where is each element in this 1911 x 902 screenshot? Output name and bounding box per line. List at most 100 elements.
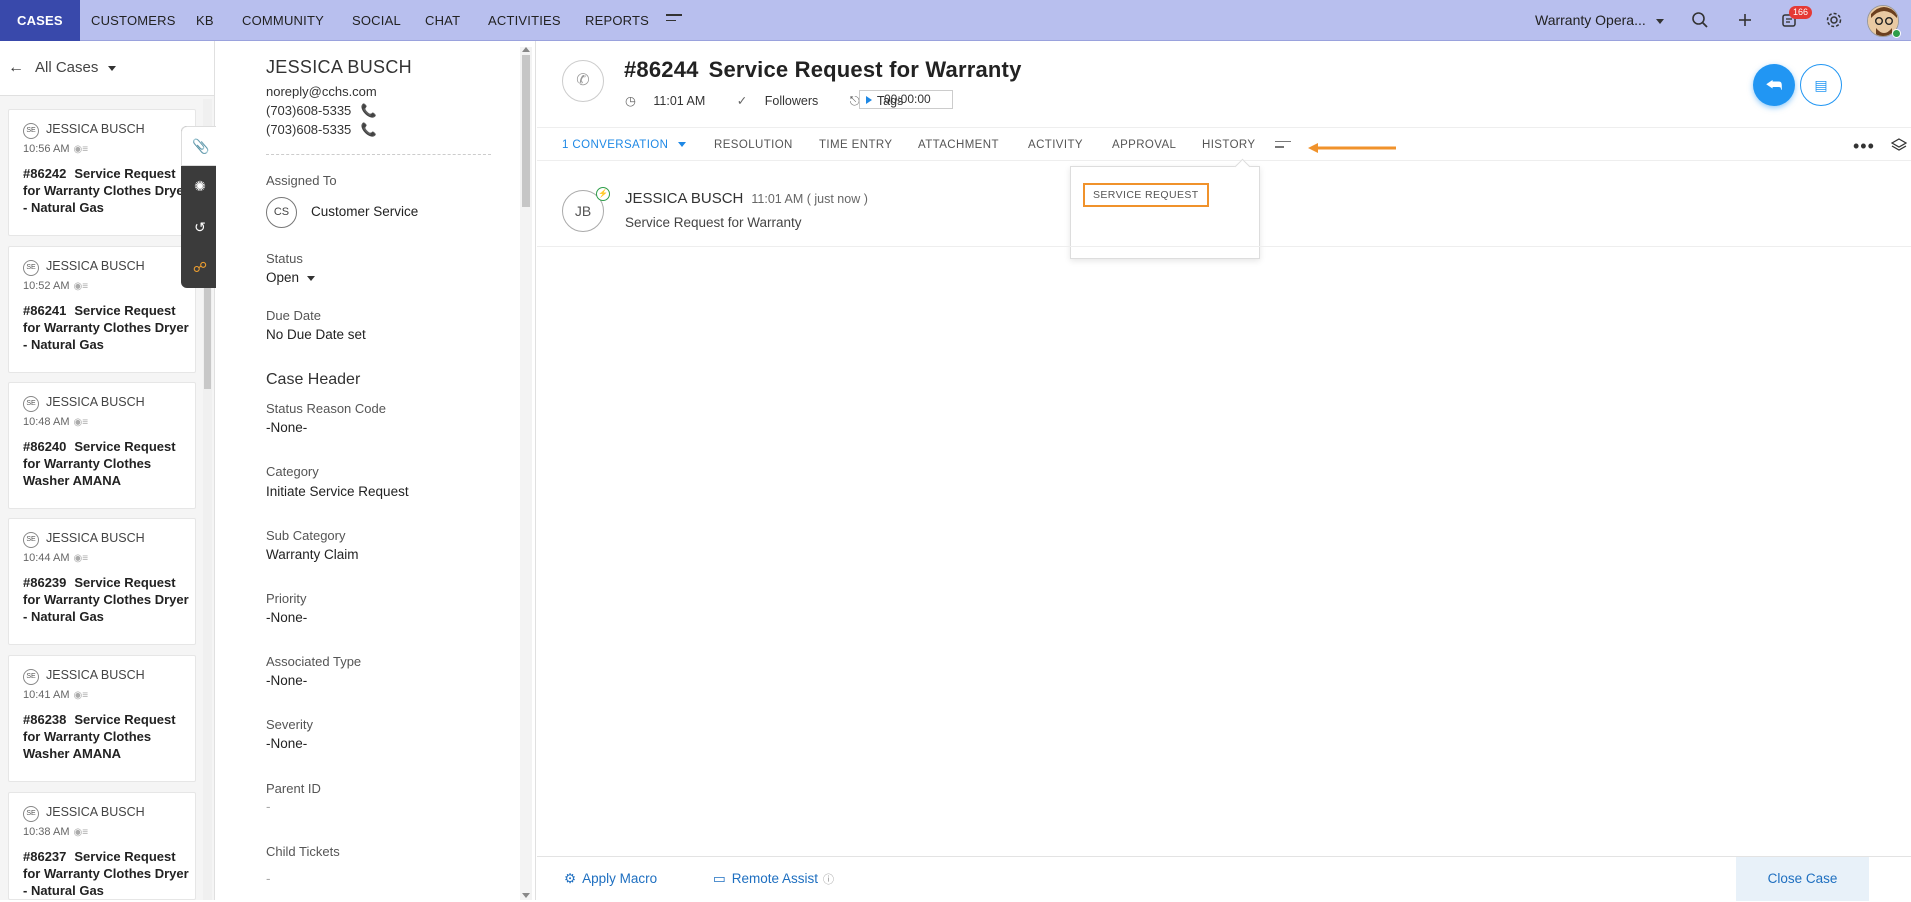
child-tickets-value[interactable]: - (266, 871, 271, 886)
contact-name[interactable]: JESSICA BUSCH (266, 57, 412, 78)
contact-name: JESSICA BUSCH (46, 259, 145, 273)
eye-icon: ◉≡ (73, 690, 89, 701)
case-card[interactable]: SE JESSICA BUSCH 10:48 AM ◉≡ #86240 Servic… (8, 382, 196, 509)
parent-id-value[interactable]: - (266, 799, 271, 814)
plus-icon[interactable] (1735, 10, 1755, 30)
view-selector[interactable]: All Cases (35, 59, 117, 76)
thread-author: JESSICA BUSCH (625, 190, 744, 207)
due-date-value[interactable]: No Due Date set (266, 327, 366, 342)
phone-number[interactable]: (703)608-5335 (266, 122, 351, 137)
case-time: 10:38 AM ◉≡ (23, 826, 88, 838)
more-tabs-icon[interactable] (1275, 141, 1291, 152)
case-title: #86238 Service Request for Warranty Cloth… (23, 711, 195, 762)
tab-approval[interactable]: APPROVAL (1112, 128, 1176, 162)
timer[interactable]: 00:00:00 (859, 90, 953, 109)
case-card[interactable]: SE JESSICA BUSCH 10:38 AM ◉≡ #86237 Servic… (8, 792, 196, 900)
case-title: #86237 Service Request for Warranty Cloth… (23, 848, 195, 899)
status-reason-label: Status Reason Code (266, 401, 386, 416)
nav-tab-kb[interactable]: KB (196, 0, 214, 41)
time-text: 10:56 AM (23, 143, 70, 155)
case-card[interactable]: SE JESSICA BUSCH 10:52 AM ◉≡ #86241 Servic… (8, 246, 196, 373)
nav-tab-reports[interactable]: REPORTS (585, 0, 649, 41)
scrollbar-thumb[interactable] (522, 55, 530, 207)
sub-category-value[interactable]: Warranty Claim (266, 547, 359, 562)
info-icon[interactable]: ⓘ (823, 874, 834, 886)
search-icon[interactable] (1690, 10, 1710, 30)
associated-type-value[interactable]: -None- (266, 673, 307, 688)
tab-time-entry[interactable]: TIME ENTRY (819, 128, 892, 162)
followers-link[interactable]: ✓ Followers (737, 94, 832, 108)
phone-icon[interactable]: 📞 (361, 103, 377, 118)
section-title: Case Header (266, 371, 361, 388)
avatar: SE (23, 396, 39, 412)
tab-resolution[interactable]: RESOLUTION (714, 128, 793, 162)
case-time: 10:52 AM ◉≡ (23, 280, 88, 292)
floating-toolbar: 📎 ✺ ↺ ☍ (181, 126, 218, 288)
time-text: 10:48 AM (23, 416, 70, 428)
priority-value[interactable]: -None- (266, 610, 307, 625)
layers-icon[interactable] (1891, 137, 1907, 153)
phone-channel-icon: ✆ (562, 60, 604, 102)
eye-icon: ◉≡ (73, 827, 89, 838)
reply-button[interactable]: ⮪ (1753, 64, 1795, 106)
contact-name: JESSICA BUSCH (46, 122, 145, 136)
eye-icon: ◉≡ (73, 417, 89, 428)
play-icon[interactable] (866, 95, 872, 104)
contact-phone: (703)608-5335 📞 (266, 122, 377, 138)
contact-email[interactable]: noreply@cchs.com (266, 84, 377, 99)
status-reason-value[interactable]: -None- (266, 420, 307, 435)
gear-icon[interactable] (1824, 10, 1844, 30)
phone-number[interactable]: (703)608-5335 (266, 103, 351, 118)
category-value[interactable]: Initiate Service Request (266, 484, 409, 499)
blueprint-icon[interactable]: ☍ (191, 258, 209, 276)
case-subject[interactable]: Service Request for Warranty (709, 57, 1022, 82)
conversation-thread[interactable]: JB ⚡ JESSICA BUSCH 11:01 AM ( just now ) … (537, 162, 1911, 247)
toolbar-item-attachment[interactable]: 📎 (181, 126, 218, 166)
nav-tab-chat[interactable]: CHAT (425, 0, 460, 41)
tab-attachment[interactable]: ATTACHMENT (918, 128, 999, 162)
case-number: #86240 (23, 439, 67, 454)
phone-icon[interactable]: 📞 (361, 122, 377, 137)
scroll-down-icon[interactable] (522, 893, 530, 898)
details-scrollbar[interactable] (520, 47, 532, 900)
tab-activity[interactable]: ACTIVITY (1028, 128, 1083, 162)
clock-icon: ◷ (625, 94, 636, 108)
case-number: #86244 (624, 57, 699, 82)
history-icon[interactable]: ↺ (191, 218, 209, 236)
status-dropdown[interactable]: Open (266, 270, 316, 285)
check-circle-icon: ✓ (736, 94, 748, 108)
assigned-to-value[interactable]: Customer Service (311, 204, 418, 219)
tab-conversation[interactable]: 1 CONVERSATION (562, 128, 687, 162)
nav-tab-community[interactable]: COMMUNITY (242, 0, 324, 41)
apply-macro-button[interactable]: ⚙ Apply Macro (564, 857, 657, 901)
contact-phone: (703)608-5335 📞 (266, 103, 377, 119)
case-number: #86242 (23, 166, 67, 181)
back-arrow-icon[interactable]: ← (8, 59, 24, 77)
department-selector[interactable]: Warranty Opera... (1535, 0, 1664, 41)
tab-history[interactable]: HISTORY (1202, 128, 1256, 162)
severity-value[interactable]: -None- (266, 736, 307, 751)
case-card[interactable]: SE JESSICA BUSCH 10:44 AM ◉≡ #86239 Servic… (8, 518, 196, 645)
case-card[interactable]: SE JESSICA BUSCH 10:41 AM ◉≡ #86238 Servic… (8, 655, 196, 782)
avatar: SE (23, 806, 39, 822)
lightning-icon: ⚡ (596, 187, 610, 201)
bug-icon[interactable]: ✺ (191, 177, 209, 195)
avatar: SE (23, 532, 39, 548)
case-time: ◷ 11:01 AM (625, 94, 719, 108)
department-label: Warranty Opera... (1535, 12, 1646, 28)
remote-assist-button[interactable]: ▭ Remote Assist ⓘ (713, 857, 834, 902)
case-title: #86241 Service Request for Warranty Cloth… (23, 302, 195, 353)
nav-tab-customers[interactable]: CUSTOMERS (91, 0, 176, 41)
close-case-button[interactable]: Close Case (1736, 857, 1869, 901)
nav-tab-activities[interactable]: ACTIVITIES (488, 0, 561, 41)
nav-tab-cases[interactable]: CASES (0, 0, 80, 41)
comment-button[interactable]: ▤ (1800, 64, 1842, 106)
scroll-up-icon[interactable] (522, 47, 530, 52)
monitor-icon: ▭ (713, 871, 726, 886)
menu-icon[interactable] (666, 14, 682, 26)
comment-icon: ▤ (1814, 77, 1828, 93)
nav-tab-social[interactable]: SOCIAL (352, 0, 401, 41)
online-status-dot (1892, 29, 1901, 38)
more-options-icon[interactable]: ••• (1853, 136, 1875, 157)
case-card[interactable]: SE JESSICA BUSCH 10:56 AM ◉≡ #86242 Servic… (8, 109, 196, 236)
